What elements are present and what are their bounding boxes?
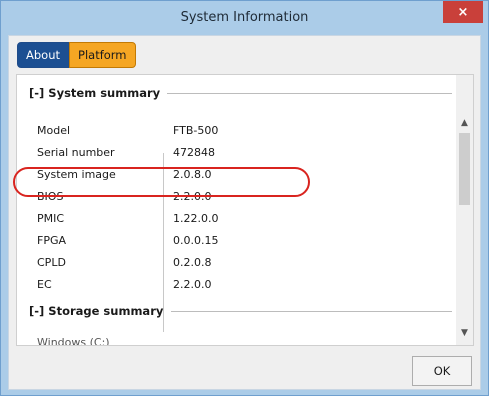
section-divider	[171, 311, 452, 312]
table-row: Serial number 472848	[37, 141, 452, 163]
system-summary-header[interactable]: [-] System summary	[29, 85, 160, 101]
row-label: CPLD	[37, 255, 66, 269]
window-title: System Information	[180, 10, 309, 25]
close-button[interactable]: ×	[443, 1, 483, 23]
storage-summary-header[interactable]: [-] Storage summary	[29, 303, 163, 319]
close-icon: ×	[457, 4, 469, 20]
title-bar: System Information ×	[1, 1, 488, 35]
tab-bar: About Platform	[17, 42, 136, 68]
row-label: Serial number	[37, 145, 115, 159]
dialog-footer: OK	[9, 354, 480, 390]
scrollbar-thumb[interactable]	[459, 133, 470, 205]
row-value: 0.0.0.15	[173, 233, 219, 247]
vertical-scrollbar[interactable]: ▲ ▼	[456, 75, 473, 345]
row-label: Model	[37, 123, 71, 137]
row-label: Windows (C:)	[37, 335, 110, 346]
row-value: 1.22.0.0	[173, 211, 219, 225]
table-row: EC 2.2.0.0	[37, 273, 452, 295]
scroll-down-icon[interactable]: ▼	[456, 325, 473, 341]
serial-number-highlight	[13, 167, 310, 197]
dialog-client-area: About Platform [-] System summary Model …	[8, 35, 481, 390]
table-row: FPGA 0.0.0.15	[37, 229, 452, 251]
table-row: CPLD 0.2.0.8	[37, 251, 452, 273]
row-value: 0.2.0.8	[173, 255, 212, 269]
row-label: EC	[37, 277, 52, 291]
row-value: 2.2.0.0	[173, 277, 212, 291]
table-row: PMIC 1.22.0.0	[37, 207, 452, 229]
ok-button[interactable]: OK	[412, 356, 472, 386]
table-row: Model FTB-500	[37, 119, 452, 141]
row-value: FTB-500	[173, 123, 219, 137]
row-value: 472848	[173, 145, 215, 159]
info-panel: [-] System summary Model FTB-500 Serial …	[16, 74, 474, 346]
scroll-up-icon[interactable]: ▲	[456, 115, 473, 131]
row-label: FPGA	[37, 233, 67, 247]
row-label: PMIC	[37, 211, 65, 225]
section-divider	[167, 93, 452, 94]
tab-about[interactable]: About	[17, 42, 70, 68]
table-row: Windows (C:)	[37, 335, 452, 346]
tab-platform[interactable]: Platform	[69, 42, 136, 68]
system-information-window: System Information × About Platform [-] …	[0, 0, 489, 396]
